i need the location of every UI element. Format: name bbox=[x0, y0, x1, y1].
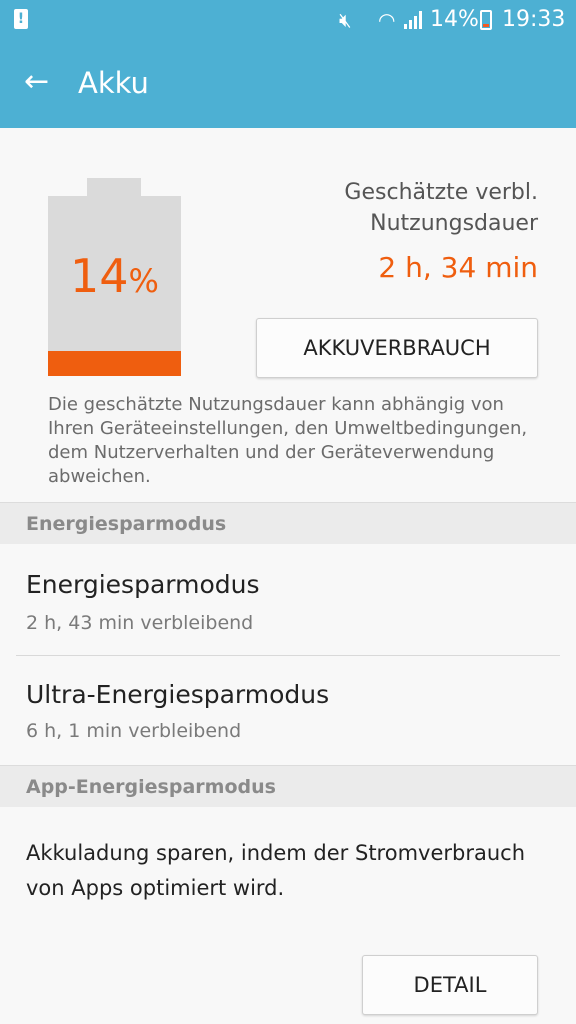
battery-percent: 14% bbox=[70, 248, 159, 309]
warning-icon: ! bbox=[14, 9, 28, 29]
battery-percent-symbol: % bbox=[128, 262, 159, 300]
signal-icon bbox=[404, 11, 422, 29]
wifi-icon: ◠ bbox=[378, 8, 396, 32]
mute-icon: 🔇︎ bbox=[339, 8, 352, 32]
estimate-disclaimer: Die geschätzte Nutzungsdauer kann abhäng… bbox=[48, 394, 528, 487]
status-time: 19:33 bbox=[502, 7, 566, 32]
list-item-subtitle: 2 h, 43 min verbleibend bbox=[26, 612, 254, 634]
page-title: Akku bbox=[78, 66, 149, 100]
list-item-title: Ultra-Energiesparmodus bbox=[26, 680, 330, 709]
list-item-ultra-power-saving-mode[interactable]: Ultra-Energiesparmodus 6 h, 1 min verble… bbox=[0, 656, 576, 764]
app-bar: ← Akku bbox=[0, 40, 576, 128]
list-item-power-saving-mode[interactable]: Energiesparmodus 2 h, 43 min verbleibend bbox=[0, 544, 576, 654]
battery-percent-value: 14 bbox=[70, 249, 129, 303]
status-bar: ! 🔇︎ ◠ 14% 19:33 bbox=[0, 0, 576, 40]
app-power-saving-description: Akkuladung sparen, indem der Stromverbra… bbox=[26, 841, 526, 900]
estimate-value: 2 h, 34 min bbox=[378, 251, 538, 284]
section-header-app-power-saving: App-Energiesparmodus bbox=[0, 765, 576, 807]
status-battery-percent: 14% bbox=[430, 7, 479, 32]
battery-icon bbox=[480, 10, 492, 30]
detail-button[interactable]: DETAIL bbox=[362, 955, 538, 1015]
battery-level-fill bbox=[48, 350, 181, 376]
estimate-label: Geschätzte verbl. Nutzungsdauer bbox=[344, 180, 538, 236]
list-item-title: Energiesparmodus bbox=[26, 570, 260, 599]
battery-card: 14% Geschätzte verbl. Nutzungsdauer 2 h,… bbox=[0, 128, 576, 502]
list-item-subtitle: 6 h, 1 min verbleibend bbox=[26, 720, 242, 742]
section-header-power-saving: Energiesparmodus bbox=[0, 502, 576, 544]
battery-usage-button[interactable]: AKKUVERBRAUCH bbox=[256, 318, 538, 378]
arrow-back-icon[interactable]: ← bbox=[24, 64, 49, 100]
